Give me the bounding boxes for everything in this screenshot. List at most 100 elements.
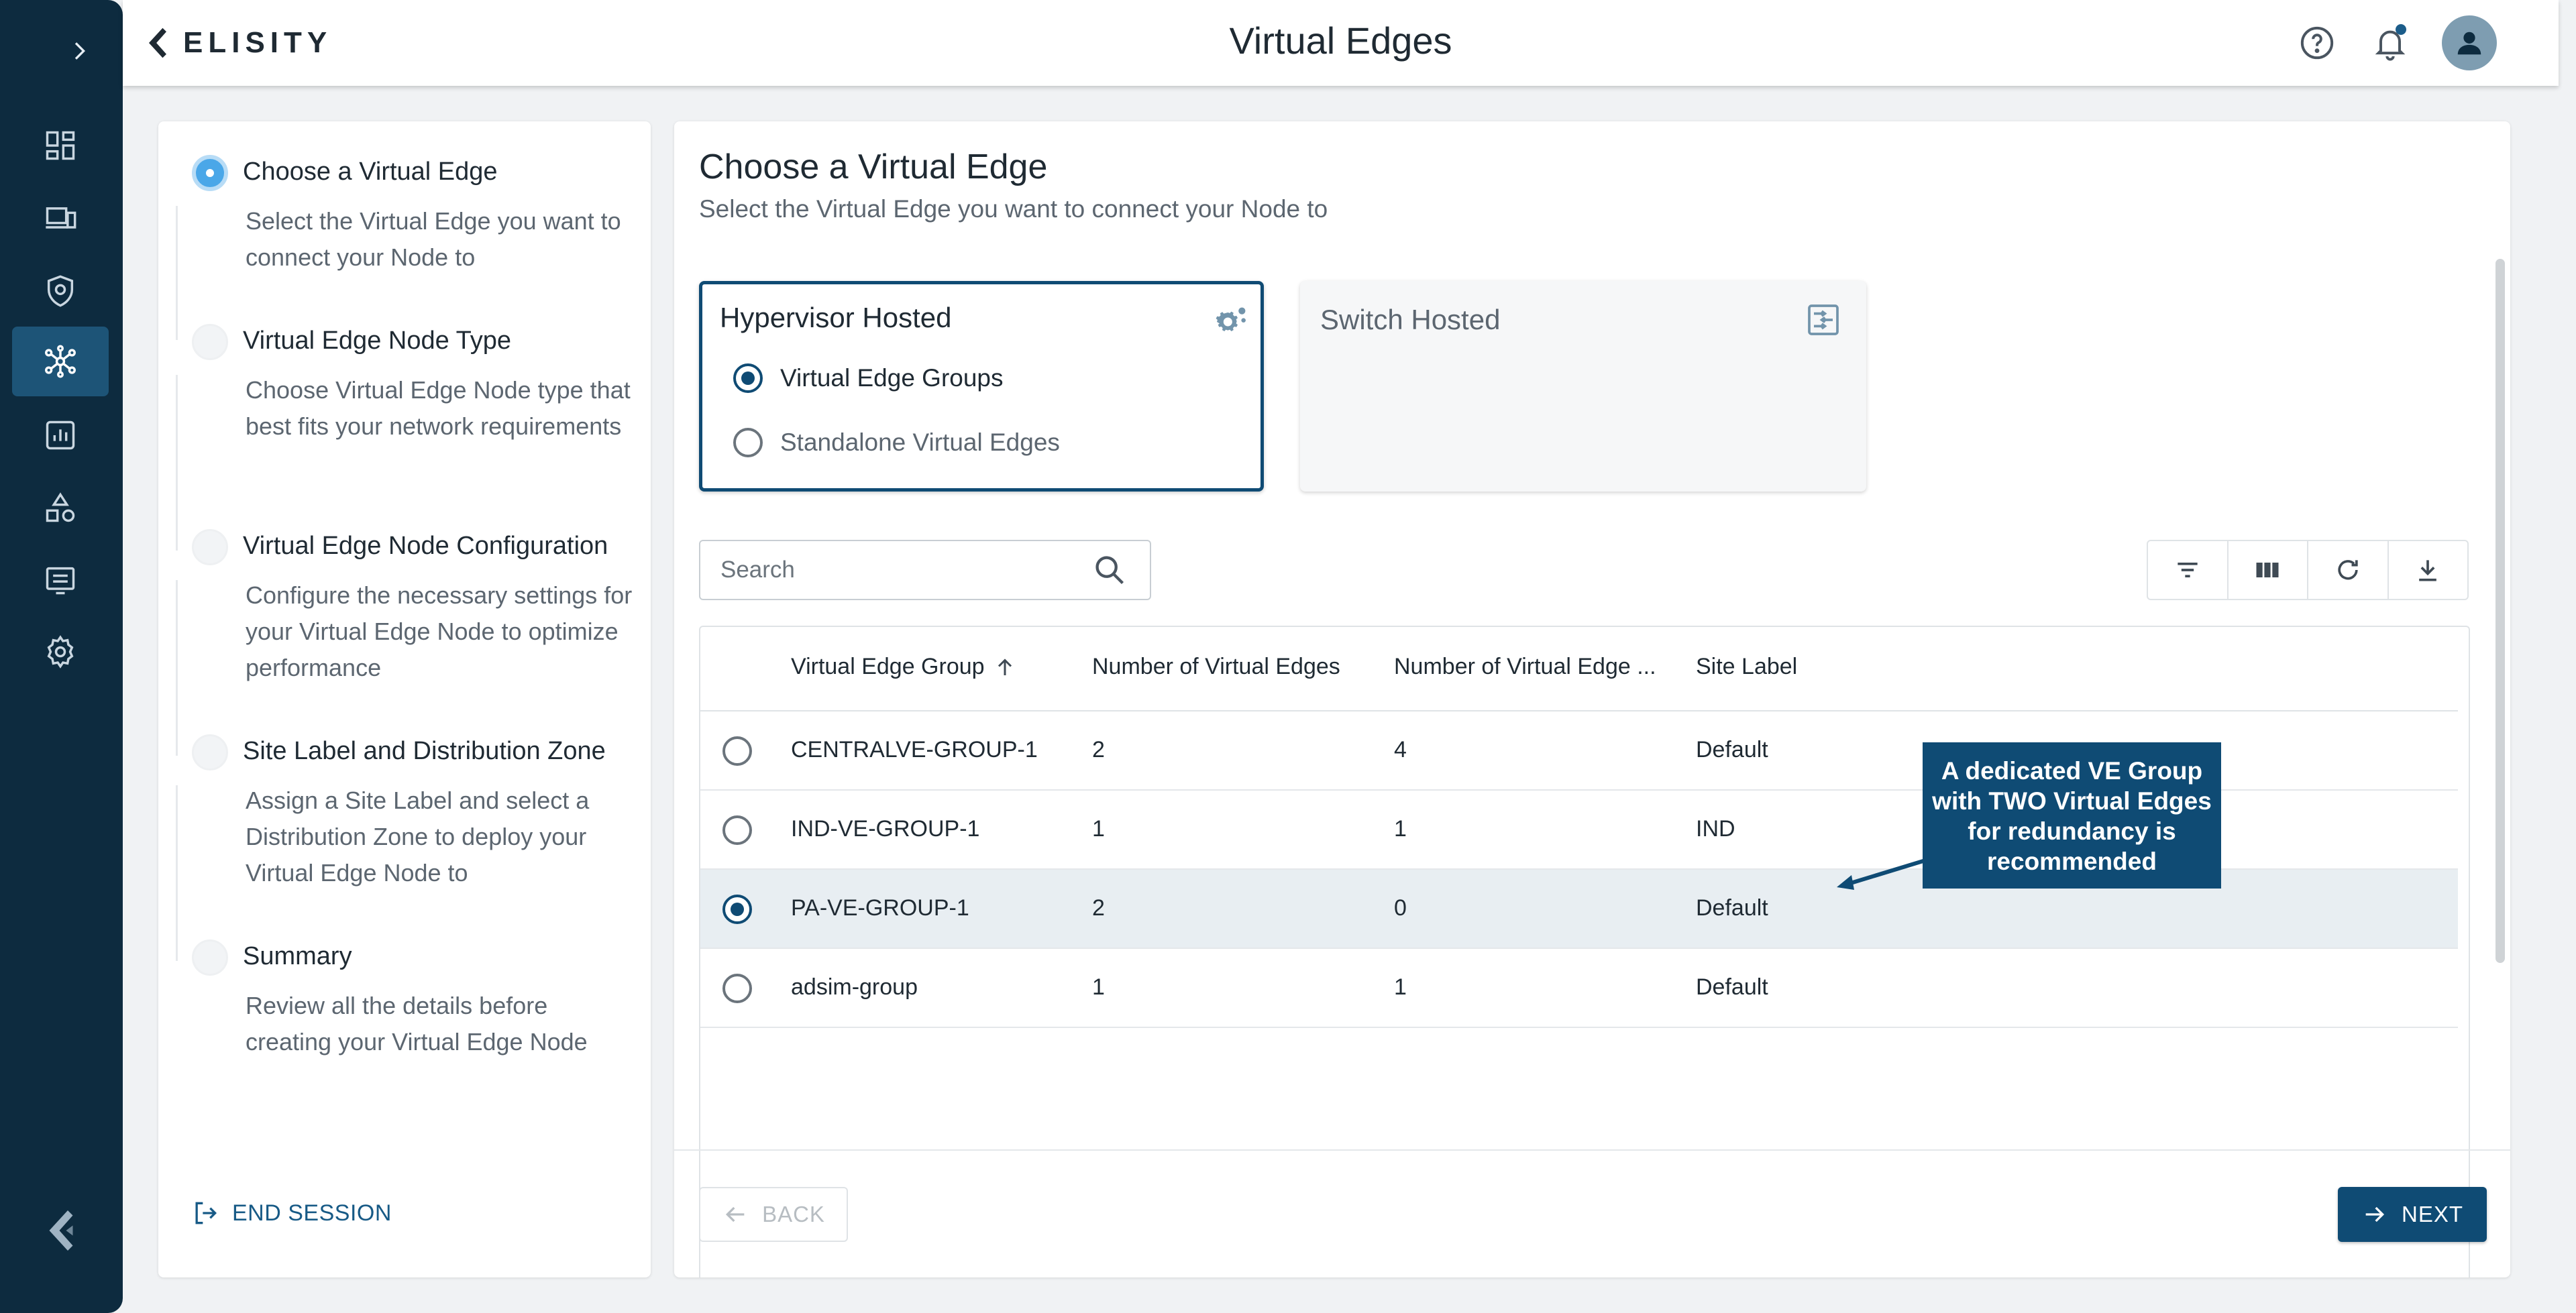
cell-site-label: Default [1696,974,1768,1000]
columns-button[interactable] [2229,541,2308,599]
back-button[interactable]: BACK [699,1187,848,1242]
step-connector [176,785,178,961]
table-row[interactable]: adsim-group 1 1 Default [700,949,2458,1028]
step-connector [176,580,178,756]
cell-virtual-edges: 2 [1092,737,1105,762]
step-indicator [192,939,228,976]
option-label: Virtual Edge Groups [780,364,1004,392]
row-radio-button-checked[interactable] [722,895,752,924]
arrow-left-icon [726,1206,745,1222]
card-title: Hypervisor Hosted [720,302,952,333]
column-header-site-label[interactable]: Site Label [1696,654,1797,680]
download-button[interactable] [2389,541,2468,599]
search-icon[interactable] [1092,553,1127,587]
help-icon[interactable] [2298,24,2336,62]
column-label: Number of Virtual Edge ... [1394,654,1656,679]
refresh-button[interactable] [2308,541,2389,599]
filter-button[interactable] [2148,541,2229,599]
nav-item-virtual-edges[interactable] [12,327,109,396]
settings-icon [47,635,74,669]
cell-virtual-edge-nodes: 4 [1394,737,1407,762]
end-session-label: END SESSION [232,1200,392,1226]
nav-item-devices[interactable] [12,184,109,253]
devices-icon [46,207,76,229]
switch-icon [1808,304,1839,335]
top-header: ELISITY Virtual Edges [123,0,2559,86]
shield-icon [47,275,74,307]
row-radio-button[interactable] [722,815,752,845]
switch-hosted-card[interactable]: Switch Hosted [1300,281,1866,492]
column-header-virtual-edge-group[interactable]: Virtual Edge Group [791,654,1017,680]
cell-virtual-edges: 1 [1092,816,1105,842]
footer-divider [674,1149,2510,1151]
step-connector [176,375,178,551]
scrollbar[interactable] [2496,259,2505,963]
radio-button[interactable] [733,428,763,457]
hypervisor-hosted-card[interactable]: Hypervisor Hosted Virtual Edge Groups St… [699,281,1264,492]
nav-item-assets[interactable] [12,473,109,543]
filter-icon [2178,563,2198,577]
step-indicator [192,324,228,360]
card-title: Switch Hosted [1320,304,1501,335]
cell-group: IND-VE-GROUP-1 [791,816,980,842]
column-label: Number of Virtual Edges [1092,654,1340,679]
nav-item-dashboard[interactable] [12,111,109,180]
table-toolbar [2147,540,2469,600]
search-input[interactable]: Search [699,540,1151,600]
step-description: Assign a Site Label and select a Distrib… [246,787,590,887]
user-avatar[interactable] [2442,15,2497,70]
step-description: Select the Virtual Edge you want to conn… [246,207,621,271]
step-connector [176,206,178,340]
column-header-number-of-virtual-edges[interactable]: Number of Virtual Edges [1092,654,1340,680]
logout-icon [195,1202,217,1224]
cell-virtual-edge-nodes: 1 [1394,816,1407,842]
shapes-icon [46,492,75,522]
next-label: NEXT [2401,1202,2463,1226]
nav-item-settings[interactable] [12,617,109,687]
annotation-callout: A dedicated VE Group with TWO Virtual Ed… [1923,742,2221,889]
gear-cluster-icon [1216,307,1246,331]
page-title: Virtual Edges [1229,19,1452,62]
search-placeholder: Search [720,557,795,583]
nav-item-logs[interactable] [12,545,109,615]
section-title: Choose a Virtual Edge [699,148,1048,186]
column-label: Site Label [1696,654,1798,679]
cell-site-label: Default [1696,737,1768,762]
end-session-button[interactable]: END SESSION [191,1198,392,1228]
option-virtual-edge-groups[interactable]: Virtual Edge Groups [733,363,1004,393]
columns-icon [2256,563,2279,577]
radio-button-checked[interactable] [733,363,763,393]
download-icon [2419,560,2437,581]
step-indicator [192,529,228,565]
row-radio-button[interactable] [722,736,752,766]
step-title: Virtual Edge Node Type [243,327,511,355]
elisity-logo-icon [49,1210,73,1251]
section-subtitle: Select the Virtual Edge you want to conn… [699,195,1328,223]
refresh-icon [2338,560,2358,580]
sort-ascending-icon[interactable] [993,655,1017,679]
step-title: Virtual Edge Node Configuration [243,532,608,560]
cell-virtual-edges: 2 [1092,895,1105,921]
virtual-edge-group-table: Virtual Edge Group Number of Virtual Edg… [699,626,2470,1277]
chevron-right-icon[interactable] [66,38,93,64]
option-standalone-virtual-edges[interactable]: Standalone Virtual Edges [733,428,1060,457]
next-button[interactable]: NEXT [2338,1187,2487,1242]
cell-virtual-edge-nodes: 0 [1394,895,1407,921]
dashboard-icon [46,131,75,160]
step-title: Site Label and Distribution Zone [243,737,606,765]
step-description: Configure the necessary settings for you… [246,581,633,681]
notification-badge [2396,24,2406,35]
cell-virtual-edge-nodes: 1 [1394,974,1407,1000]
side-navigation [0,0,123,1313]
step-description: Choose Virtual Edge Node type that best … [246,376,631,440]
column-header-number-of-virtual-edge-nodes[interactable]: Number of Virtual Edge ... [1394,654,1656,680]
step-title: Summary [243,942,352,970]
wizard-steps-panel: Choose a Virtual Edge Select the Virtual… [158,121,651,1277]
row-radio-button[interactable] [722,974,752,1003]
nav-item-analytics[interactable] [12,400,109,470]
logs-icon [46,567,75,595]
step-description: Review all the details before creating y… [246,992,588,1055]
network-icon [45,345,76,378]
nav-item-policies[interactable] [12,256,109,326]
cell-group: PA-VE-GROUP-1 [791,895,969,921]
